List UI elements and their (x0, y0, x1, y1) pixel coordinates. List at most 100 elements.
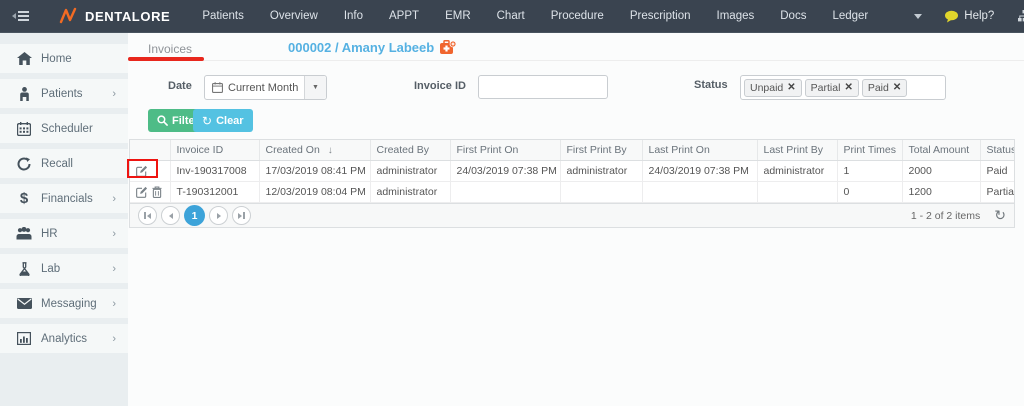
remove-tag-icon[interactable]: ✕ (893, 82, 901, 93)
nav-item-appt[interactable]: APPT (389, 10, 419, 22)
chevron-right-icon: › (112, 298, 116, 310)
sidebar-item-label: Scheduler (41, 123, 93, 135)
tab-invoices[interactable]: Invoices (148, 42, 192, 56)
invoice-id-input[interactable] (478, 75, 608, 99)
patient-name: 000002 / Amany Labeeb (288, 40, 434, 55)
pager-page-1[interactable]: 1 (184, 205, 205, 226)
clear-button[interactable]: ↻ Clear (193, 109, 253, 132)
column-total-amount[interactable]: Total Amount (902, 140, 980, 161)
calendar-small-icon (212, 82, 223, 93)
chevron-right-icon: › (112, 88, 116, 100)
date-filter-label: Date (168, 80, 192, 92)
edit-invoice-icon[interactable] (136, 186, 148, 198)
column-first-print-on[interactable]: First Print On (450, 140, 560, 161)
sidebar-item-recall[interactable]: Recall (0, 149, 128, 178)
cell-first-print-on (450, 182, 560, 203)
sidebar-item-label: Home (41, 53, 72, 65)
sidebar-collapse-icon[interactable] (12, 11, 29, 21)
invoice-row: Inv-190317008 17/03/2019 08:41 PM admini… (130, 161, 1014, 182)
cell-print-times: 0 (837, 182, 902, 203)
sidebar-item-hr[interactable]: HR › (0, 219, 128, 248)
sidebar-item-home[interactable]: Home (0, 44, 128, 73)
nav-item-overview[interactable]: Overview (270, 10, 318, 22)
column-last-print-on[interactable]: Last Print On (642, 140, 757, 161)
nav-item-patients[interactable]: Patients (202, 10, 244, 22)
sidebar-item-messaging[interactable]: Messaging › (0, 289, 128, 318)
nav-item-info[interactable]: Info (344, 10, 363, 22)
top-menu: Patients Overview Info APPT EMR Chart Pr… (202, 10, 868, 22)
cell-last-print-on: 24/03/2019 07:38 PM (642, 161, 757, 182)
pager-summary: 1 - 2 of 2 items (911, 210, 980, 222)
status-tag-paid: Paid ✕ (862, 79, 907, 97)
edit-invoice-icon[interactable] (136, 165, 148, 177)
nav-item-procedure[interactable]: Procedure (551, 10, 604, 22)
hamburger-icon (18, 11, 29, 21)
delete-invoice-icon[interactable] (152, 186, 162, 198)
patient-header-link[interactable]: 000002 / Amany Labeeb (288, 40, 456, 55)
sidebar-item-patients[interactable]: Patients › (0, 79, 128, 108)
date-dropdown-caret[interactable]: ▼ (304, 76, 326, 99)
help-label: Help? (964, 10, 994, 22)
sidebar-item-financials[interactable]: $ Financials › (0, 184, 128, 213)
sidebar-item-label: Financials (41, 193, 93, 205)
column-last-print-by[interactable]: Last Print By (757, 140, 837, 161)
nav-item-ledger[interactable]: Ledger (832, 10, 868, 22)
calendar-icon (15, 122, 33, 136)
cell-first-print-by: administrator (560, 161, 642, 182)
pager-first-button[interactable] (138, 206, 157, 225)
status-tag-unpaid: Unpaid ✕ (744, 79, 802, 97)
invoice-id-filter-label: Invoice ID (414, 80, 466, 92)
date-range-value: Current Month (228, 82, 298, 94)
grid-pager: 1 1 - 2 of 2 items ↻ (130, 203, 1014, 227)
pager-refresh-icon[interactable]: ↻ (994, 207, 1006, 224)
dollar-icon: $ (15, 190, 33, 207)
pager-next-button[interactable] (209, 206, 228, 225)
help-button[interactable]: Help? (944, 10, 994, 23)
nav-item-prescription[interactable]: Prescription (630, 10, 691, 22)
app-window: DENTALORE Patients Overview Info APPT EM… (0, 0, 1024, 406)
column-status[interactable]: Status (980, 140, 1014, 161)
sort-desc-icon: ↓ (328, 145, 333, 156)
nav-item-images[interactable]: Images (717, 10, 755, 22)
cell-created-by: administrator (370, 182, 450, 203)
status-multiselect[interactable]: Unpaid ✕ Partial ✕ Paid ✕ (740, 75, 946, 100)
recall-refresh-icon (15, 157, 33, 171)
column-invoice-id[interactable]: Invoice ID (170, 140, 259, 161)
column-actions (130, 140, 170, 161)
invoices-grid: Invoice ID Created On↓ Created By First … (129, 139, 1015, 228)
bar-chart-icon (15, 332, 33, 345)
column-print-times[interactable]: Print Times (837, 140, 902, 161)
sidebar-item-label: Patients (41, 88, 83, 100)
chevron-right-icon: › (112, 193, 116, 205)
cell-created-on: 17/03/2019 08:41 PM (259, 161, 370, 182)
sidebar-item-scheduler[interactable]: Scheduler (0, 114, 128, 143)
column-first-print-by[interactable]: First Print By (560, 140, 642, 161)
cell-first-print-on: 24/03/2019 07:38 PM (450, 161, 560, 182)
location-selector[interactable]: Dokki (1018, 10, 1024, 22)
cell-last-print-by: administrator (757, 161, 837, 182)
column-created-on[interactable]: Created On↓ (259, 140, 370, 161)
nav-item-emr[interactable]: EMR (445, 10, 471, 22)
remove-tag-icon[interactable]: ✕ (844, 82, 852, 93)
sidebar-item-label: Messaging (41, 298, 97, 310)
cell-first-print-by (560, 182, 642, 203)
cell-invoice-id: Inv-190317008 (170, 161, 259, 182)
nav-more-caret-icon[interactable] (914, 14, 922, 19)
column-created-by[interactable]: Created By (370, 140, 450, 161)
pager-prev-button[interactable] (161, 206, 180, 225)
pager-last-button[interactable] (232, 206, 251, 225)
sidebar-item-label: Lab (41, 263, 60, 275)
brand-logo[interactable]: DENTALORE (59, 7, 170, 25)
nav-item-chart[interactable]: Chart (497, 10, 525, 22)
date-range-dropdown[interactable]: Current Month ▼ (204, 75, 327, 100)
envelope-icon (15, 298, 33, 309)
invoice-row: T-190312001 12/03/2019 08:04 PM administ… (130, 182, 1014, 203)
cell-created-by: administrator (370, 161, 450, 182)
sidebar-item-lab[interactable]: Lab › (0, 254, 128, 283)
patient-icon (15, 87, 33, 101)
nav-item-docs[interactable]: Docs (780, 10, 806, 22)
remove-tag-icon[interactable]: ✕ (787, 82, 795, 93)
brand-name: DENTALORE (85, 9, 170, 24)
sidebar-item-label: HR (41, 228, 58, 240)
sidebar-item-analytics[interactable]: Analytics › (0, 324, 128, 353)
